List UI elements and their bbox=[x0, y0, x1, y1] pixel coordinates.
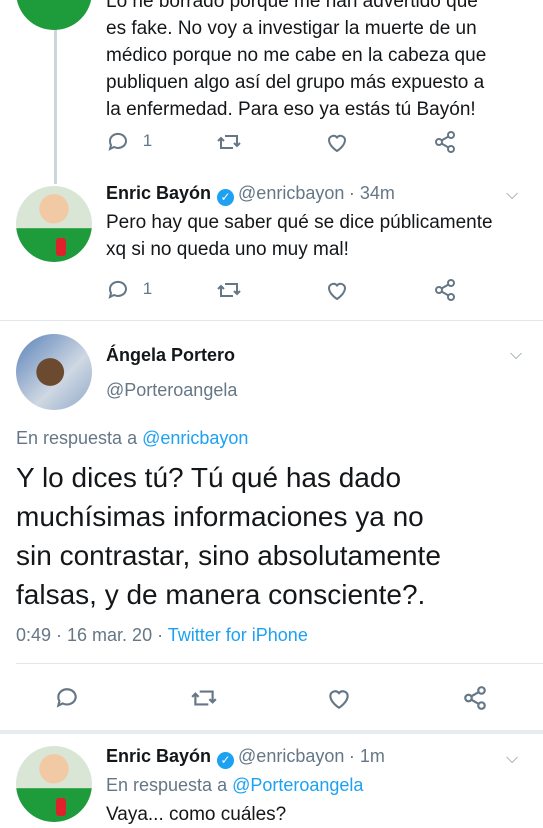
verified-icon: ✓ bbox=[217, 752, 235, 769]
chevron-down-icon[interactable]: ⌵ bbox=[506, 750, 518, 768]
retweet-button[interactable] bbox=[216, 278, 242, 302]
timestamp[interactable]: 0:49 · 16 mar. 20 · bbox=[16, 625, 168, 645]
avatar[interactable] bbox=[16, 334, 92, 410]
like-icon bbox=[329, 690, 349, 710]
reply-context: En respuesta a @Porteroangela bbox=[106, 775, 364, 795]
share-icon bbox=[435, 131, 455, 153]
author-handle[interactable]: @Porteroangela bbox=[106, 380, 237, 401]
tweet-header: Enric Bayón ✓ @enricbayon · 34m bbox=[106, 183, 395, 206]
source-link[interactable]: Twitter for iPhone bbox=[168, 625, 308, 645]
tweet-text: Lo he borrado porque me han advertido qu… bbox=[106, 0, 487, 120]
like-button[interactable] bbox=[325, 130, 349, 154]
reply-count: 1 bbox=[142, 131, 153, 151]
tweet-time: · 34m bbox=[348, 183, 395, 203]
reply-to-link[interactable]: @Porteroangela bbox=[232, 775, 363, 795]
avatar[interactable] bbox=[16, 746, 92, 822]
divider bbox=[16, 663, 543, 664]
share-icon bbox=[435, 279, 455, 301]
reply-button[interactable] bbox=[54, 685, 80, 711]
reply-icon bbox=[108, 280, 127, 299]
thread-line bbox=[54, 14, 57, 184]
avatar[interactable] bbox=[16, 0, 92, 30]
chevron-down-icon[interactable]: ⌵ bbox=[510, 346, 522, 364]
divider bbox=[0, 730, 543, 734]
divider bbox=[0, 320, 543, 321]
chevron-down-icon[interactable]: ⌵ bbox=[506, 186, 518, 204]
tweet-time: · 1m bbox=[348, 746, 385, 766]
reply-count: 1 bbox=[142, 279, 153, 299]
share-button[interactable] bbox=[433, 130, 457, 154]
tweet-text: Pero hay que saber qué se dice públicame… bbox=[106, 212, 493, 260]
author-name[interactable]: Ángela Portero bbox=[106, 345, 235, 366]
author-handle[interactable]: @enricbayon bbox=[238, 183, 344, 203]
share-button[interactable] bbox=[433, 278, 457, 302]
retweet-icon bbox=[217, 283, 241, 297]
reply-to-link[interactable]: @enricbayon bbox=[142, 428, 248, 448]
like-button[interactable] bbox=[325, 278, 349, 302]
author-name[interactable]: Enric Bayón bbox=[106, 746, 211, 766]
reply-context: En respuesta a @enricbayon bbox=[16, 428, 249, 448]
author-handle[interactable]: @enricbayon bbox=[238, 746, 344, 766]
verified-icon: ✓ bbox=[217, 189, 235, 206]
author-name[interactable]: Enric Bayón bbox=[106, 183, 211, 203]
share-icon bbox=[464, 686, 486, 710]
retweet-icon bbox=[217, 135, 241, 149]
like-icon bbox=[327, 134, 347, 153]
reply-button[interactable]: 1 bbox=[106, 278, 152, 302]
retweet-button[interactable] bbox=[190, 685, 218, 711]
share-button[interactable] bbox=[462, 685, 488, 711]
like-icon bbox=[327, 282, 347, 301]
retweet-icon bbox=[191, 690, 217, 706]
tweet-header: Enric Bayón ✓ @enricbayon · 1m bbox=[106, 746, 385, 769]
tweet-meta: 0:49 · 16 mar. 20 · Twitter for iPhone bbox=[16, 625, 308, 646]
reply-button[interactable]: 1 bbox=[106, 130, 152, 154]
tweet-text: Vaya... como cuáles? bbox=[106, 804, 287, 825]
reply-icon bbox=[56, 688, 77, 708]
avatar[interactable] bbox=[16, 186, 92, 262]
retweet-button[interactable] bbox=[216, 130, 242, 154]
like-button[interactable] bbox=[326, 685, 352, 711]
reply-icon bbox=[108, 132, 127, 151]
main-tweet-text: Y lo dices tú? Tú qué has dado muchísima… bbox=[16, 462, 441, 610]
